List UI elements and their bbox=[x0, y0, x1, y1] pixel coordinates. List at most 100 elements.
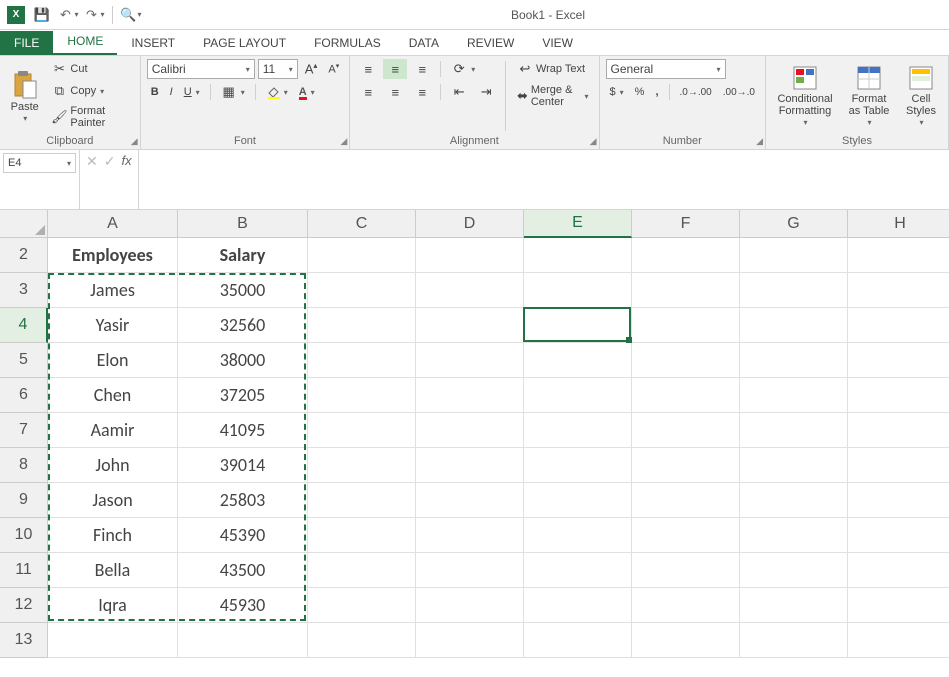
cell-E2[interactable] bbox=[524, 238, 632, 273]
increase-decimal-button[interactable]: .0→.00 bbox=[676, 82, 716, 102]
cell-A8[interactable]: John bbox=[48, 448, 178, 483]
cell-F12[interactable] bbox=[632, 588, 740, 623]
cell-A10[interactable]: Finch bbox=[48, 518, 178, 553]
tab-home[interactable]: HOME bbox=[53, 29, 117, 55]
cell-E13[interactable] bbox=[524, 623, 632, 658]
cell-A3[interactable]: James bbox=[48, 273, 178, 308]
cell-E9[interactable] bbox=[524, 483, 632, 518]
undo-button[interactable]: ↶▾ bbox=[56, 3, 80, 27]
cell-E4[interactable] bbox=[524, 308, 632, 343]
column-header-H[interactable]: H bbox=[848, 210, 949, 238]
cell-B6[interactable]: 37205 bbox=[178, 378, 308, 413]
row-header-7[interactable]: 7 bbox=[0, 413, 48, 448]
cell-B13[interactable] bbox=[178, 623, 308, 658]
font-color-button[interactable]: A▾ bbox=[295, 82, 319, 102]
tab-file[interactable]: FILE bbox=[0, 31, 53, 55]
cell-C7[interactable] bbox=[308, 413, 416, 448]
column-header-F[interactable]: F bbox=[632, 210, 740, 238]
cell-C5[interactable] bbox=[308, 343, 416, 378]
cell-E6[interactable] bbox=[524, 378, 632, 413]
cell-H2[interactable] bbox=[848, 238, 949, 273]
cell-A4[interactable]: Yasir bbox=[48, 308, 178, 343]
copy-button[interactable]: ⧉Copy▾ bbox=[47, 81, 133, 101]
cell-G7[interactable] bbox=[740, 413, 848, 448]
cell-D9[interactable] bbox=[416, 483, 524, 518]
accounting-format-button[interactable]: $▾ bbox=[606, 82, 628, 102]
cell-A7[interactable]: Aamir bbox=[48, 413, 178, 448]
number-dialog-launcher[interactable]: ◢ bbox=[756, 136, 763, 147]
cell-G4[interactable] bbox=[740, 308, 848, 343]
cell-E7[interactable] bbox=[524, 413, 632, 448]
cell-B8[interactable]: 39014 bbox=[178, 448, 308, 483]
cell-C12[interactable] bbox=[308, 588, 416, 623]
column-header-A[interactable]: A bbox=[48, 210, 178, 238]
cell-F8[interactable] bbox=[632, 448, 740, 483]
cell-B2[interactable]: Salary bbox=[178, 238, 308, 273]
tab-insert[interactable]: INSERT bbox=[117, 31, 189, 55]
formula-input[interactable] bbox=[139, 150, 949, 209]
row-header-3[interactable]: 3 bbox=[0, 273, 48, 308]
cell-D7[interactable] bbox=[416, 413, 524, 448]
cell-D2[interactable] bbox=[416, 238, 524, 273]
row-header-4[interactable]: 4 bbox=[0, 308, 48, 343]
align-bottom-button[interactable]: ≡ bbox=[410, 59, 434, 79]
cell-A5[interactable]: Elon bbox=[48, 343, 178, 378]
cell-D3[interactable] bbox=[416, 273, 524, 308]
cell-H13[interactable] bbox=[848, 623, 949, 658]
clipboard-dialog-launcher[interactable]: ◢ bbox=[131, 136, 138, 147]
cell-D6[interactable] bbox=[416, 378, 524, 413]
merge-center-button[interactable]: ⬌Merge & Center▾ bbox=[513, 82, 593, 110]
cell-F11[interactable] bbox=[632, 553, 740, 588]
conditional-formatting-button[interactable]: Conditional Formatting▾ bbox=[772, 59, 838, 133]
cell-D4[interactable] bbox=[416, 308, 524, 343]
cell-H4[interactable] bbox=[848, 308, 949, 343]
cell-E10[interactable] bbox=[524, 518, 632, 553]
redo-button[interactable]: ↷▾ bbox=[82, 3, 106, 27]
row-header-12[interactable]: 12 bbox=[0, 588, 48, 623]
cell-B5[interactable]: 38000 bbox=[178, 343, 308, 378]
align-center-button[interactable]: ≡ bbox=[383, 82, 407, 102]
cell-A9[interactable]: Jason bbox=[48, 483, 178, 518]
row-header-10[interactable]: 10 bbox=[0, 518, 48, 553]
cell-A6[interactable]: Chen bbox=[48, 378, 178, 413]
cancel-formula-button[interactable]: ✕ bbox=[86, 153, 98, 170]
borders-button[interactable]: ▦▾ bbox=[217, 82, 249, 102]
cell-C8[interactable] bbox=[308, 448, 416, 483]
cell-F13[interactable] bbox=[632, 623, 740, 658]
cell-C2[interactable] bbox=[308, 238, 416, 273]
format-painter-button[interactable]: 🖌Format Painter bbox=[47, 103, 133, 131]
decrease-indent-button[interactable]: ⇤ bbox=[447, 82, 471, 102]
cell-C11[interactable] bbox=[308, 553, 416, 588]
format-as-table-button[interactable]: Format as Table▾ bbox=[842, 59, 896, 133]
align-left-button[interactable]: ≡ bbox=[356, 82, 380, 102]
cell-E8[interactable] bbox=[524, 448, 632, 483]
excel-app-icon[interactable]: X bbox=[4, 3, 28, 27]
cell-D12[interactable] bbox=[416, 588, 524, 623]
cell-D8[interactable] bbox=[416, 448, 524, 483]
wrap-text-button[interactable]: ↩Wrap Text bbox=[513, 59, 593, 79]
cell-G11[interactable] bbox=[740, 553, 848, 588]
cell-B3[interactable]: 35000 bbox=[178, 273, 308, 308]
row-header-2[interactable]: 2 bbox=[0, 238, 48, 273]
cell-E5[interactable] bbox=[524, 343, 632, 378]
cell-A13[interactable] bbox=[48, 623, 178, 658]
align-top-button[interactable]: ≡ bbox=[356, 59, 380, 79]
cell-H3[interactable] bbox=[848, 273, 949, 308]
cell-F7[interactable] bbox=[632, 413, 740, 448]
save-button[interactable]: 💾 bbox=[30, 3, 54, 27]
decrease-decimal-button[interactable]: .00→.0 bbox=[719, 82, 759, 102]
cell-D13[interactable] bbox=[416, 623, 524, 658]
cell-C10[interactable] bbox=[308, 518, 416, 553]
tab-view[interactable]: VIEW bbox=[528, 31, 587, 55]
enter-formula-button[interactable]: ✓ bbox=[104, 153, 116, 170]
cell-B12[interactable]: 45930 bbox=[178, 588, 308, 623]
cell-C3[interactable] bbox=[308, 273, 416, 308]
insert-function-button[interactable]: fx bbox=[121, 153, 131, 168]
row-header-13[interactable]: 13 bbox=[0, 623, 48, 658]
cell-G9[interactable] bbox=[740, 483, 848, 518]
column-header-D[interactable]: D bbox=[416, 210, 524, 238]
cell-G10[interactable] bbox=[740, 518, 848, 553]
paste-button[interactable]: Paste ▾ bbox=[6, 59, 43, 133]
row-header-5[interactable]: 5 bbox=[0, 343, 48, 378]
cell-B7[interactable]: 41095 bbox=[178, 413, 308, 448]
